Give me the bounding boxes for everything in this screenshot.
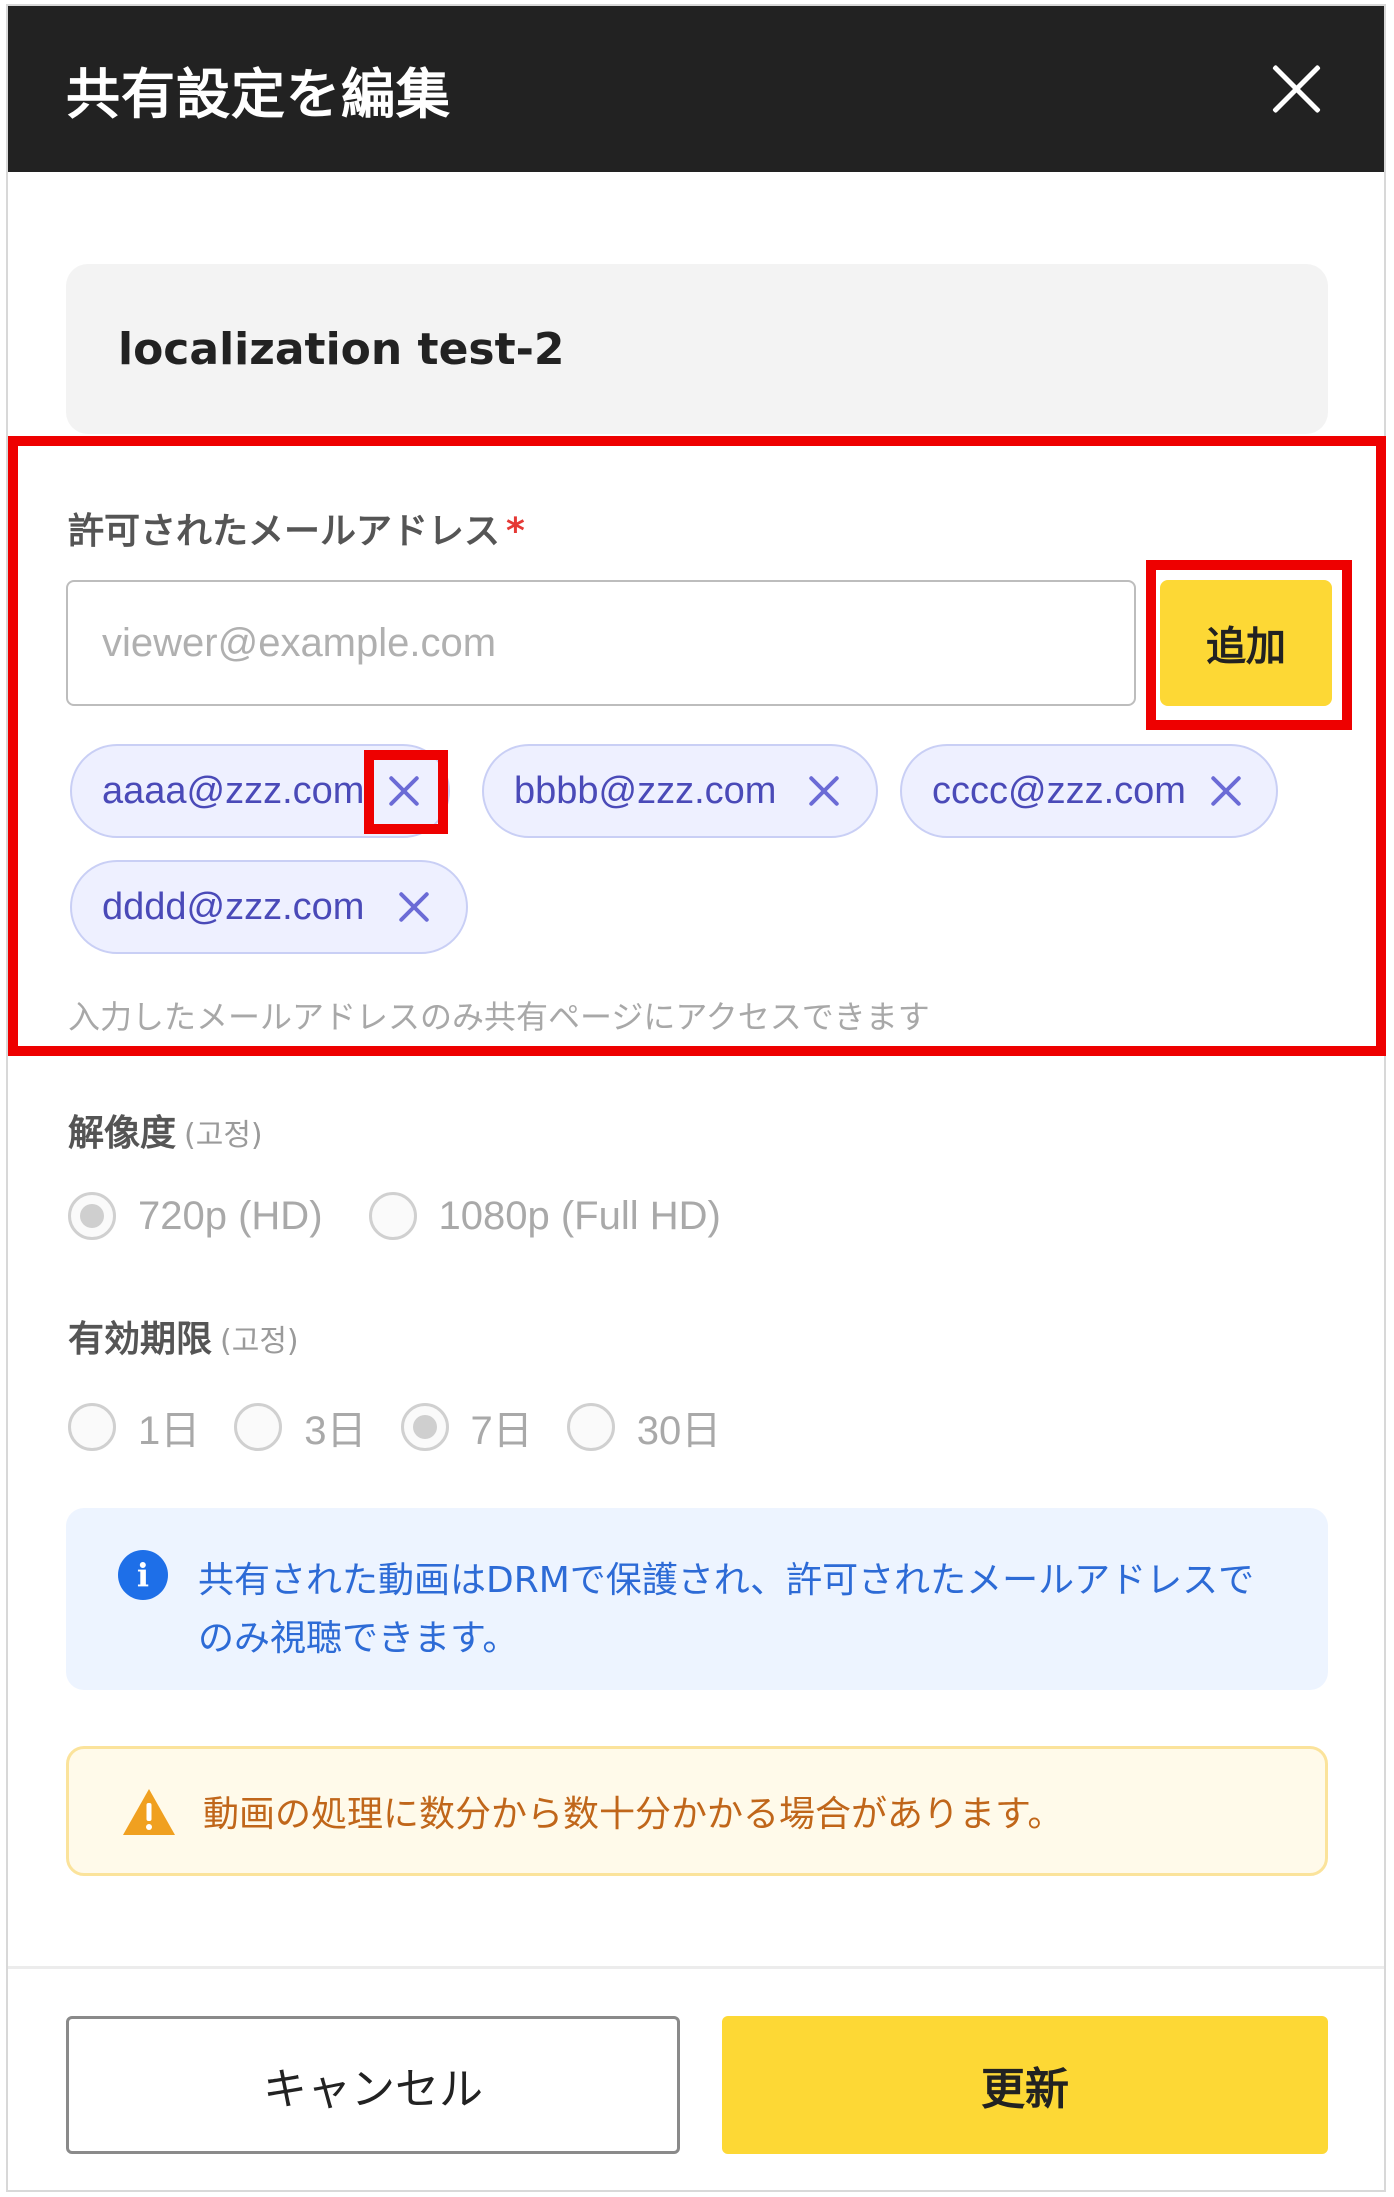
email-chip: dddd@zzz.com (70, 860, 468, 954)
email-hint: 入力したメールアドレスのみ共有ページにアクセスできます (68, 998, 930, 1036)
radio-7-days[interactable] (400, 1403, 449, 1451)
expiry-label-text: 有効期限 (68, 1319, 213, 1360)
email-chip-label: bbbb@zzz.com (514, 769, 777, 812)
resolution-fixed-note: (고정) (184, 1118, 263, 1153)
add-button-highlight (1146, 560, 1352, 730)
email-chip-label: cccc@zzz.com (932, 769, 1186, 812)
email-chip-label: aaaa@zzz.com (102, 769, 365, 812)
close-icon[interactable] (1268, 61, 1324, 117)
cancel-button[interactable]: キャンセル (66, 2016, 680, 2154)
expiry-label: 有効期限 (고정) (68, 1310, 299, 1362)
email-label-text: 許可されたメールアドレス (68, 511, 501, 552)
drm-info-box: i 共有された動画はDRMで保護され、許可されたメールアドレスでのみ視聴できます… (66, 1508, 1328, 1690)
info-icon: i (118, 1550, 168, 1600)
drm-info-text: 共有された動画はDRMで保護され、許可されたメールアドレスでのみ視聴できます。 (198, 1560, 1255, 1659)
required-mark: * (506, 511, 525, 552)
resolution-label: 解像度 (고정) (68, 1104, 263, 1156)
radio-label: 1日 (138, 1409, 201, 1453)
email-chip: bbbb@zzz.com (482, 744, 878, 838)
radio-1-day[interactable] (68, 1403, 116, 1451)
dialog-header: 共有設定を編集 (8, 6, 1384, 172)
radio-3-days[interactable] (234, 1403, 283, 1451)
email-chip-label: dddd@zzz.com (102, 885, 365, 928)
radio-720p[interactable] (68, 1192, 116, 1240)
radio-label: 3日 (304, 1409, 367, 1453)
radio-label: 7日 (470, 1409, 533, 1453)
dialog-title: 共有設定を編集 (66, 62, 451, 126)
update-button[interactable]: 更新 (722, 2016, 1328, 2154)
remove-chip-icon[interactable] (1206, 771, 1246, 811)
processing-warning-box: 動画の処理に数分から数十分かかる場合があります。 (66, 1746, 1328, 1876)
expiry-fixed-note: (고정) (220, 1324, 299, 1359)
remove-chip-icon[interactable] (804, 771, 844, 811)
resolution-options: 720p (HD) 1080p (Full HD) (68, 1192, 767, 1240)
share-settings-dialog: 共有設定を編集 localization test-2 許可されたメールアドレス… (6, 4, 1386, 2192)
remove-chip-highlight (364, 750, 448, 834)
email-chip: cccc@zzz.com (900, 744, 1278, 838)
radio-label: 30日 (636, 1409, 722, 1453)
remove-chip-icon[interactable] (394, 887, 434, 927)
radio-30-days[interactable] (566, 1403, 615, 1451)
share-name-box: localization test-2 (66, 264, 1328, 434)
email-field-label: 許可されたメールアドレス * (68, 502, 525, 554)
radio-1080p[interactable] (368, 1192, 417, 1240)
email-input[interactable] (66, 580, 1136, 706)
processing-warning-text: 動画の処理に数分から数十分かかる場合があります。 (203, 1794, 1064, 1835)
expiry-options: 1日 3日 7日 30日 (68, 1398, 767, 1456)
radio-label: 720p (HD) (138, 1193, 323, 1238)
share-name: localization test-2 (118, 323, 565, 375)
resolution-label-text: 解像度 (68, 1113, 177, 1154)
radio-label: 1080p (Full HD) (438, 1193, 721, 1238)
footer-divider (8, 1966, 1384, 1969)
warning-icon (123, 1789, 175, 1835)
